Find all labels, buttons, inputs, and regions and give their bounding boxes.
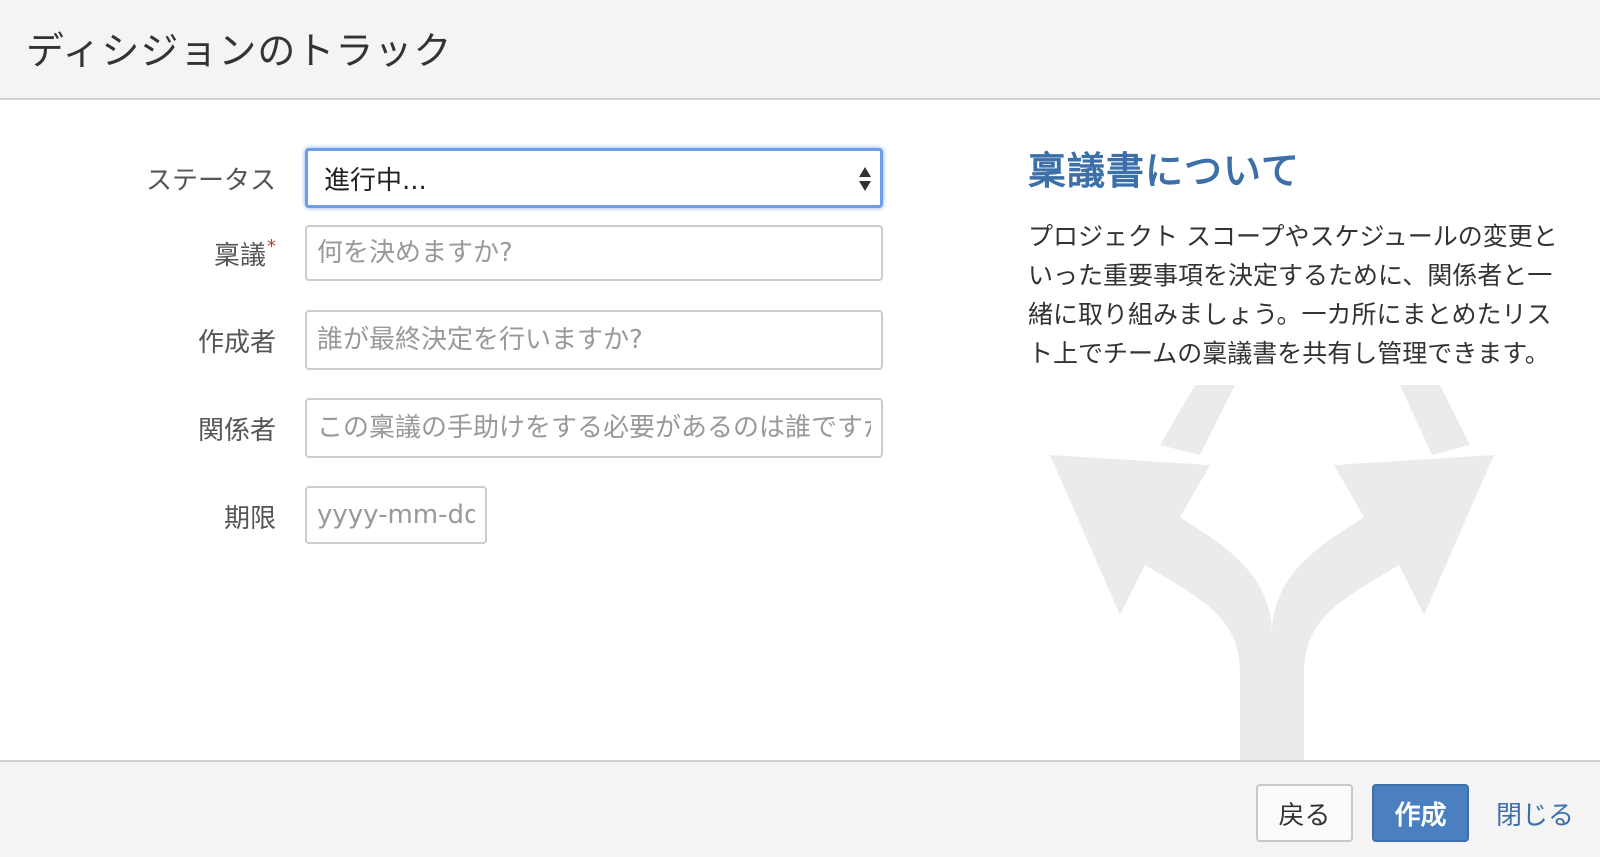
stakeholders-input[interactable] xyxy=(305,398,883,458)
decision-dialog: ディシジョンのトラック ステータス 進行中... 稟議* 作成者 関係者 xyxy=(0,0,1600,857)
split-arrows-icon xyxy=(1050,385,1494,760)
close-button[interactable]: 閉じる xyxy=(1480,784,1590,842)
status-select[interactable]: 進行中... xyxy=(305,148,883,208)
create-button[interactable]: 作成 xyxy=(1372,784,1469,842)
select-arrows-icon xyxy=(859,167,871,191)
due-date-label: 期限 xyxy=(223,504,276,534)
decision-label: 稟議* xyxy=(76,235,276,272)
info-title: 稟議書について xyxy=(1028,149,1300,193)
dialog-footer: 戻る 作成 閉じる xyxy=(0,760,1600,857)
status-label: ステータス xyxy=(145,166,276,196)
status-select-value: 進行中... xyxy=(324,165,427,196)
decision-label-text: 稟議 xyxy=(213,241,266,271)
dialog-title: ディシジョンのトラック xyxy=(26,29,453,73)
info-description: プロジェクト スコープやスケジュールの変更といった重要事項を決定するために、関係… xyxy=(1028,222,1558,368)
required-mark: * xyxy=(267,236,276,257)
decision-input[interactable] xyxy=(305,225,883,281)
info-panel: 稟議書について プロジェクト スコープやスケジュールの変更といった重要事項を決定… xyxy=(1028,140,1573,373)
stakeholders-label: 関係者 xyxy=(197,416,276,446)
owner-label: 作成者 xyxy=(197,328,276,358)
back-button[interactable]: 戻る xyxy=(1256,784,1353,842)
owner-input[interactable] xyxy=(305,310,883,370)
dialog-header: ディシジョンのトラック xyxy=(0,0,1600,100)
due-date-input[interactable] xyxy=(305,486,487,544)
